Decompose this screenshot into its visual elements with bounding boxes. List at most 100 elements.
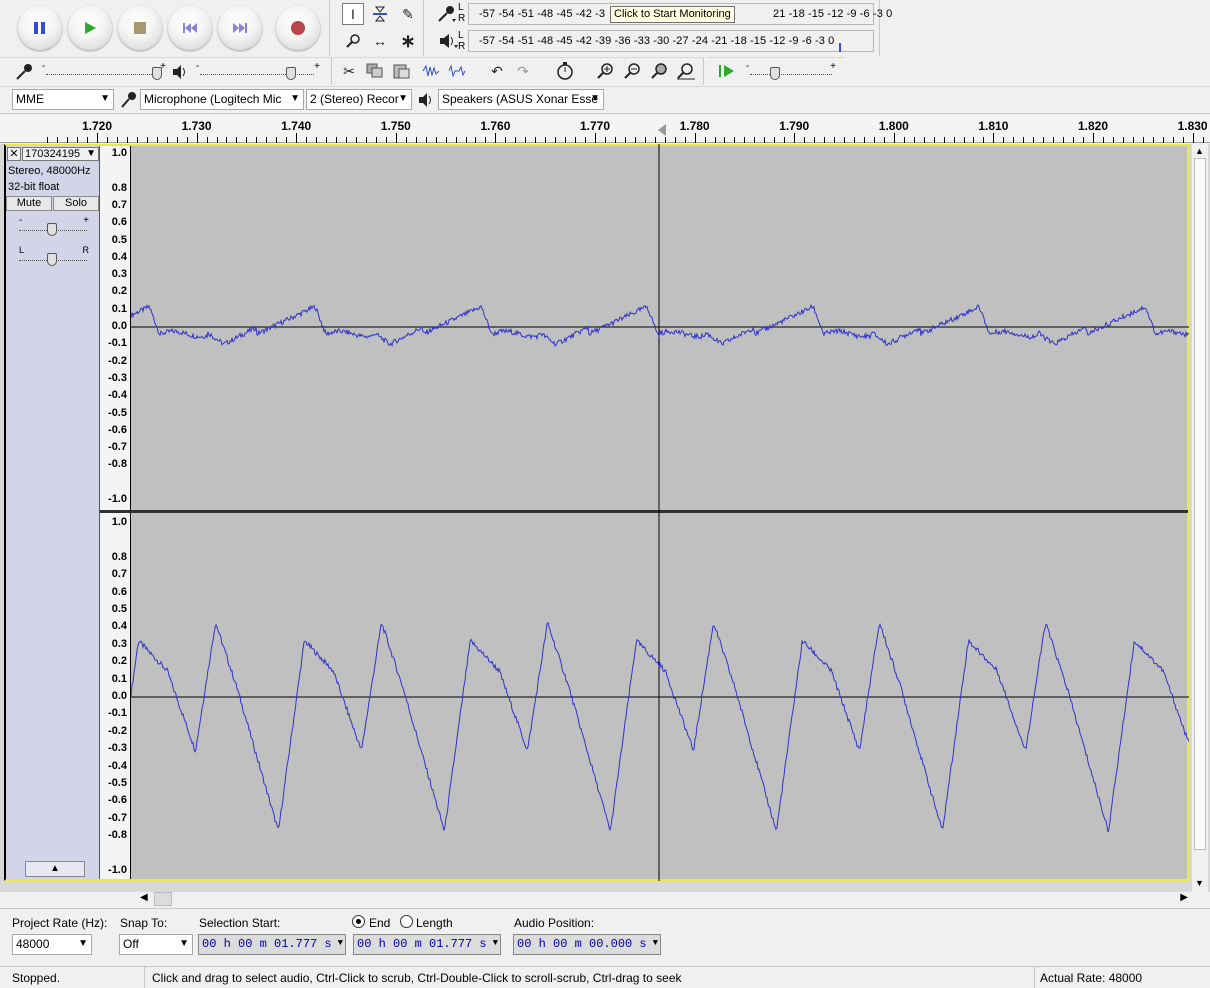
scroll-right-icon[interactable]: ▶ — [1180, 892, 1188, 903]
playback-device-select[interactable]: Speakers (ASUS Xonar Esse ▼ — [438, 89, 604, 110]
gain-slider[interactable]: - + — [17, 215, 89, 237]
paste-icon[interactable] — [390, 60, 412, 82]
amplitude-label: -0.1 — [108, 707, 127, 720]
audio-host-select[interactable]: MME ▼ — [12, 89, 114, 110]
ruler-tick — [226, 137, 228, 143]
pause-button[interactable] — [18, 6, 62, 50]
zoom-in-icon[interactable] — [594, 60, 616, 82]
redo-icon[interactable]: ↷ — [512, 60, 534, 82]
input-volume-thumb[interactable] — [152, 67, 162, 80]
playback-speed-slider[interactable]: - + — [746, 61, 836, 82]
vertical-scrollbar[interactable]: ▲ ▼ — [1192, 144, 1208, 892]
ruler-tick — [883, 137, 885, 143]
output-volume-thumb[interactable] — [286, 67, 296, 80]
ruler-tick — [704, 137, 706, 143]
cut-icon[interactable]: ✂ — [338, 60, 360, 82]
draw-tool-icon[interactable]: ✎ — [397, 3, 419, 25]
skip-start-icon — [183, 23, 197, 33]
monitoring-tooltip: Click to Start Monitoring — [610, 6, 735, 23]
amplitude-label: -0.6 — [108, 423, 127, 436]
ruler-label: 1.780 — [679, 119, 710, 133]
timeshift-tool-icon[interactable]: ↔ — [369, 30, 391, 52]
undo-icon[interactable]: ↶ — [486, 60, 508, 82]
playback-meter-speaker-icon[interactable] — [438, 32, 458, 53]
end-radio[interactable] — [352, 915, 365, 928]
transport-toolbar — [0, 0, 330, 56]
skip-to-end-button[interactable] — [218, 6, 262, 50]
audio-position-time[interactable]: 00 h 00 m 00.000 s ▼ — [513, 934, 661, 955]
track-menu-arrow-icon: ▼ — [86, 148, 96, 159]
solo-button[interactable]: Solo — [53, 196, 99, 211]
length-radio[interactable] — [400, 915, 413, 928]
fit-selection-icon[interactable] — [648, 60, 670, 82]
pan-slider[interactable]: L R — [17, 245, 89, 267]
ruler-tick — [495, 133, 497, 143]
vertical-scroll-thumb[interactable] — [1194, 158, 1206, 850]
skip-to-start-button[interactable] — [168, 6, 212, 50]
record-meter-mic-icon[interactable] — [436, 4, 456, 27]
copy-icon[interactable] — [364, 60, 386, 82]
record-device-icon — [120, 91, 138, 112]
ruler-tick — [853, 137, 855, 143]
track-collapse-button[interactable]: ▲ — [25, 861, 85, 877]
pan-thumb[interactable] — [47, 253, 57, 266]
play-at-speed-icon[interactable] — [716, 60, 738, 82]
project-rate-select[interactable]: 48000 ▼ — [12, 934, 92, 955]
timeline-ruler[interactable]: 1.720 1.730 1.740 1.750 1.760 1.770 1.780 1.790… — [0, 115, 1210, 143]
envelope-tool-icon[interactable] — [369, 3, 391, 25]
play-button[interactable] — [68, 6, 112, 50]
playback-meter-scale: -57 -54 -51 -48 -45 -42 -39 -36 -33 -30 … — [479, 35, 835, 47]
pan-left-label: L — [19, 245, 25, 255]
vertical-ruler-left[interactable]: 1.0 0.8 0.7 0.6 0.5 0.4 0.3 0.2 0.1 0.0 -0.1 -0.2 -0… — [100, 144, 131, 510]
trim-audio-icon[interactable] — [420, 60, 442, 82]
vertical-ruler-right[interactable]: 1.0 0.8 0.7 0.6 0.5 0.4 0.3 0.2 0.1 0.0 -0.1 -0.2 -0… — [100, 513, 131, 881]
track-close-button[interactable]: ✕ — [7, 147, 21, 161]
track-name-menu[interactable]: 170324195 ▼ — [22, 147, 99, 161]
ruler-tick — [296, 133, 298, 143]
zoom-out-icon[interactable] — [621, 60, 643, 82]
snap-to-select[interactable]: Off ▼ — [119, 934, 193, 955]
zoom-tool-icon[interactable] — [342, 30, 364, 52]
output-volume-slider[interactable]: - + — [196, 61, 320, 82]
status-hint: Click and drag to select audio, Ctrl-Cli… — [152, 971, 682, 985]
ruler-label: 1.790 — [779, 119, 810, 133]
fit-project-icon[interactable] — [675, 60, 697, 82]
sync-lock-icon[interactable] — [554, 60, 576, 82]
silence-audio-icon[interactable] — [446, 60, 468, 82]
input-volume-slider[interactable]: - + — [42, 61, 166, 82]
playback-meter[interactable]: -57 -54 -51 -48 -45 -42 -39 -36 -33 -30 … — [468, 30, 874, 52]
scroll-left-icon[interactable]: ◀ — [140, 892, 148, 903]
horizontal-scroll-thumb[interactable] — [154, 892, 172, 906]
record-device-select[interactable]: Microphone (Logitech Mic ▼ — [140, 89, 304, 110]
ruler-label: 1.800 — [878, 119, 909, 133]
scroll-up-icon[interactable]: ▲ — [1195, 146, 1204, 156]
record-meter-scale: -57 -54 -51 -48 -45 -42 -3 — [479, 8, 606, 20]
horizontal-scrollbar[interactable]: ◀ ▶ — [140, 892, 1194, 906]
amplitude-label: -1.0 — [108, 493, 127, 505]
amplitude-label: -0.7 — [108, 441, 127, 454]
selection-tool-icon[interactable]: I — [342, 3, 364, 25]
selection-end-time[interactable]: 00 h 00 m 01.777 s ▼ — [353, 934, 501, 955]
ruler-tick — [385, 137, 387, 143]
ruler-tick — [236, 137, 238, 143]
amplitude-label: 0.1 — [111, 672, 127, 685]
gain-thumb[interactable] — [47, 223, 57, 236]
selection-start-time[interactable]: 00 h 00 m 01.777 s ▼ — [198, 934, 346, 955]
chevron-down-icon: ▼ — [652, 938, 658, 948]
play-head-marker-icon — [658, 124, 666, 136]
mute-button[interactable]: Mute — [6, 196, 52, 211]
ruler-tick — [993, 133, 995, 143]
ruler-tick — [1073, 137, 1075, 143]
record-channels-select[interactable]: 2 (Stereo) Recor ▼ — [306, 89, 412, 110]
pause-icon — [34, 22, 45, 34]
multi-tool-icon[interactable]: ∗ — [397, 30, 419, 52]
status-state: Stopped. — [12, 971, 61, 985]
ruler-tick — [515, 137, 517, 143]
scroll-down-icon[interactable]: ▼ — [1195, 878, 1204, 888]
ruler-tick — [1102, 137, 1104, 143]
speed-minus: - — [746, 61, 750, 72]
record-button[interactable] — [276, 6, 320, 50]
stop-button[interactable] — [118, 6, 162, 50]
ruler-tick — [216, 137, 218, 143]
speed-thumb[interactable] — [770, 67, 780, 80]
